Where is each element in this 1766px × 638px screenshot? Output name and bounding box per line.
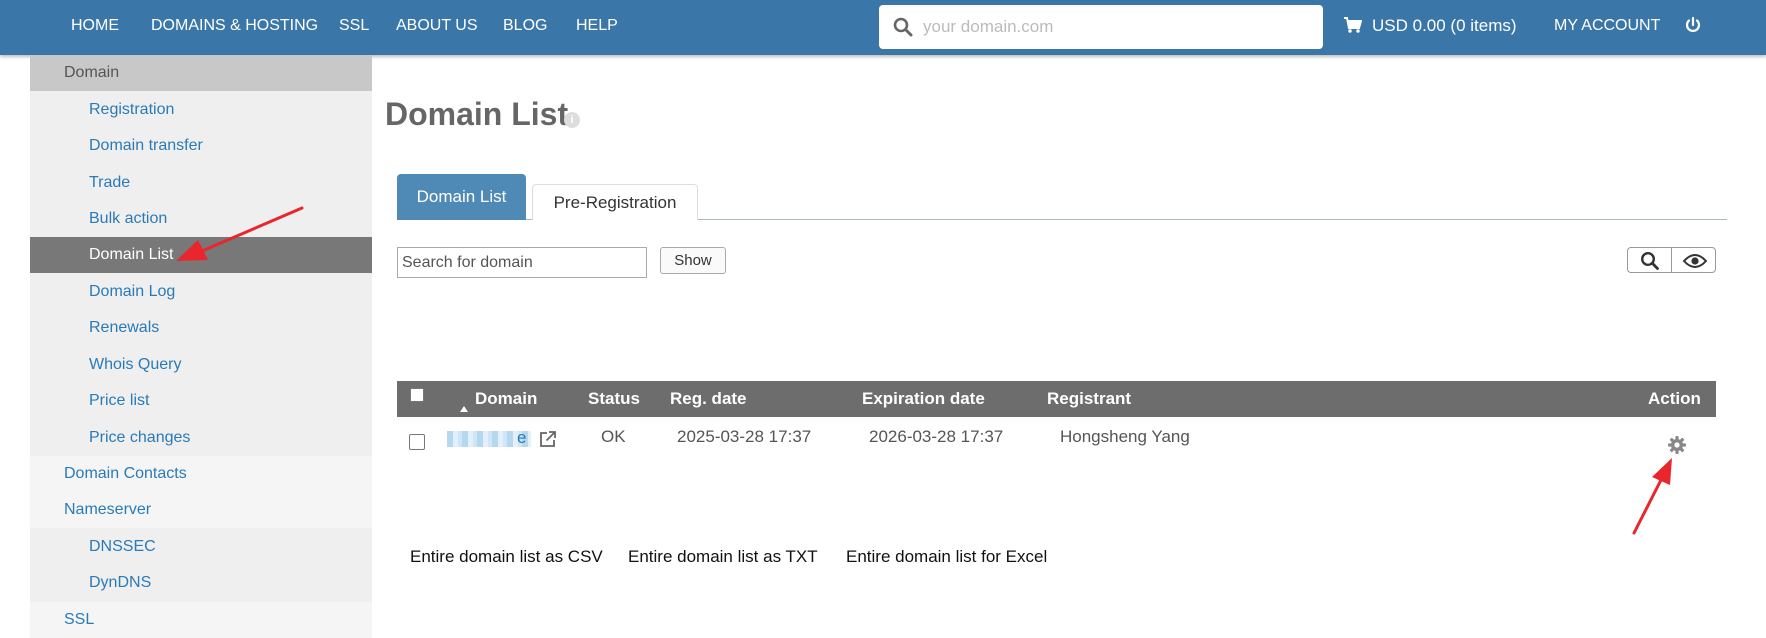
sidebar-item-domain-transfer[interactable]: Domain transfer: [30, 128, 372, 164]
top-navbar: HOME DOMAINS & HOSTING SSL ABOUT US BLOG…: [0, 0, 1766, 55]
sidebar-item-domain-log[interactable]: Domain Log: [30, 274, 372, 310]
column-reg-date[interactable]: Reg. date: [670, 381, 747, 417]
column-status[interactable]: Status: [588, 381, 640, 417]
nav-blog[interactable]: BLOG: [503, 0, 547, 52]
column-registrant[interactable]: Registrant: [1047, 381, 1131, 417]
sidebar-item-dyndns[interactable]: DynDNS: [30, 565, 372, 601]
sidebar-item-registration[interactable]: Registration: [30, 92, 372, 128]
column-domain[interactable]: Domain: [475, 381, 537, 417]
page-title: Domain List: [385, 96, 569, 132]
row-checkbox[interactable]: [409, 434, 425, 450]
cart-icon: [1344, 16, 1362, 33]
nav-my-account[interactable]: MY ACCOUNT: [1554, 0, 1660, 52]
sidebar-item-dnssec[interactable]: DNSSEC: [30, 529, 372, 565]
sidebar-item-whois-query[interactable]: Whois Query: [30, 347, 372, 383]
sidebar-item-domain-list[interactable]: Domain List: [30, 237, 372, 273]
cart-summary[interactable]: USD 0.00 (0 items): [1344, 0, 1517, 52]
tab-pre-registration[interactable]: Pre-Registration: [532, 184, 698, 220]
column-expiration-date[interactable]: Expiration date: [862, 381, 985, 417]
sidebar-item-trade[interactable]: Trade: [30, 165, 372, 201]
sidebar-item-renewals[interactable]: Renewals: [30, 310, 372, 346]
show-button[interactable]: Show: [660, 247, 726, 274]
tool-divider: [1671, 248, 1672, 272]
cell-expiration-date: 2026-03-28 17:37: [869, 427, 1004, 446]
domain-search-box: [879, 5, 1323, 49]
sidebar: Domain Registration Domain transfer Trad…: [30, 55, 372, 638]
nav-home[interactable]: HOME: [71, 0, 119, 52]
export-csv-link[interactable]: Entire domain list as CSV: [410, 547, 603, 567]
domain-search-input[interactable]: [923, 5, 1313, 49]
search-icon: [893, 17, 913, 37]
sidebar-item-ssl[interactable]: SSL: [30, 602, 372, 638]
nav-domains-hosting[interactable]: DOMAINS & HOSTING: [151, 0, 318, 52]
column-action: Action: [1648, 389, 1701, 408]
info-icon[interactable]: i: [564, 112, 580, 128]
table-tool-group: [1627, 247, 1716, 273]
nav-ssl[interactable]: SSL: [339, 0, 369, 52]
table-header: Domain Status Reg. date Expiration date …: [397, 381, 1716, 417]
nav-about-us[interactable]: ABOUT US: [396, 0, 478, 52]
sidebar-item-bulk-action[interactable]: Bulk action: [30, 201, 372, 237]
cell-registrant: Hongsheng Yang: [1060, 427, 1190, 446]
domain-link-tail[interactable]: e: [517, 428, 526, 448]
tab-domain-list[interactable]: Domain List: [397, 174, 526, 220]
nav-help[interactable]: HELP: [576, 0, 618, 52]
sidebar-item-price-changes[interactable]: Price changes: [30, 420, 372, 456]
external-link-icon[interactable]: [539, 430, 557, 448]
cell-status: OK: [601, 427, 626, 446]
sidebar-item-domain-contacts[interactable]: Domain Contacts: [30, 456, 372, 492]
sidebar-header-domain[interactable]: Domain: [30, 55, 372, 91]
search-tool-icon[interactable]: [1640, 251, 1660, 271]
sidebar-item-nameserver[interactable]: Nameserver: [30, 492, 372, 528]
gear-icon[interactable]: [1667, 435, 1687, 455]
search-domain-input[interactable]: [397, 247, 647, 278]
export-txt-link[interactable]: Entire domain list as TXT: [628, 547, 818, 567]
export-excel-link[interactable]: Entire domain list for Excel: [846, 547, 1047, 567]
power-icon[interactable]: [1684, 16, 1702, 34]
select-all-checkbox[interactable]: [410, 388, 424, 402]
sort-asc-icon[interactable]: [460, 406, 468, 412]
eye-icon[interactable]: [1683, 253, 1707, 269]
cart-text: USD 0.00 (0 items): [1372, 16, 1517, 35]
sidebar-item-price-list[interactable]: Price list: [30, 383, 372, 419]
cell-reg-date: 2025-03-28 17:37: [677, 427, 812, 446]
table-row: e OK 2025-03-28 17:37 2026-03-28 17:37 H…: [397, 417, 1716, 467]
